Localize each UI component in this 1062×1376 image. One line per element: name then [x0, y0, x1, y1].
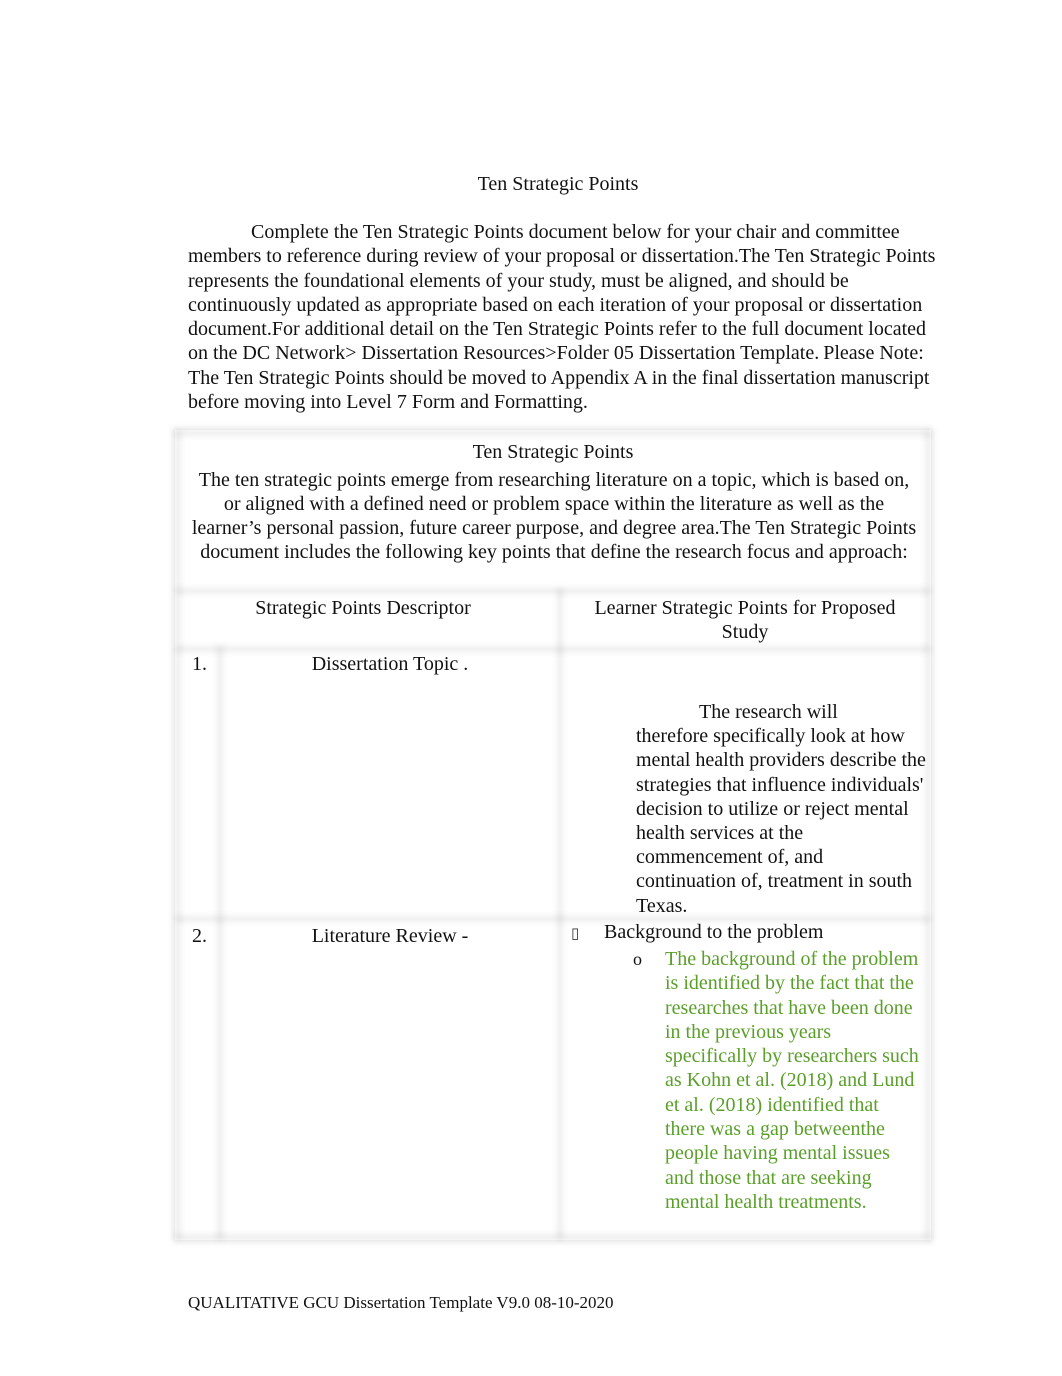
page-footer: QUALITATIVE GCU Dissertation Template V9…: [188, 1293, 614, 1312]
column-header-learner-points: Learner Strategic Points for Proposed St…: [594, 597, 896, 643]
strategic-points-table: Ten Strategic Points The ten strategic p…: [175, 430, 931, 1240]
page-title: Ten Strategic Points: [477, 173, 639, 195]
background-problem-text: The background of the problem is identif…: [665, 948, 919, 1213]
table-border-left: [175, 430, 181, 1240]
intro-paragraph: Complete the Ten Strategic Points docume…: [188, 221, 936, 414]
bullet-item: ▯ Background to the problem: [571, 920, 931, 945]
col-divider-main: [557, 588, 563, 1240]
row-divider-header: [175, 588, 931, 594]
content-first-line: The research will: [699, 701, 838, 723]
row-number: 1.: [192, 653, 207, 675]
table-description: The ten strategic points emerge from res…: [191, 469, 917, 563]
row-descriptor-literature-review: Literature Review -: [311, 925, 469, 947]
column-header-descriptor: Strategic Points Descriptor: [255, 597, 471, 619]
row-number: 2.: [192, 925, 207, 947]
row-content-dissertation-topic: The research will therefore specifically…: [636, 700, 926, 918]
row-content-literature-review: ▯ Background to the problem o The backgr…: [571, 920, 931, 1214]
bullet-icon: ▯: [571, 924, 580, 942]
row-descriptor-dissertation-topic: Dissertation Topic .: [311, 653, 469, 675]
circle-bullet-icon: o: [633, 949, 642, 969]
table-border-top: [175, 430, 931, 436]
content-body: therefore specifically look at how menta…: [636, 725, 926, 917]
table-heading: Ten Strategic Points: [472, 441, 634, 463]
sub-bullet-item: o The background of the problem is ident…: [633, 947, 931, 1214]
table-border-bottom: [175, 1234, 931, 1240]
bullet-label: Background to the problem: [604, 921, 824, 943]
